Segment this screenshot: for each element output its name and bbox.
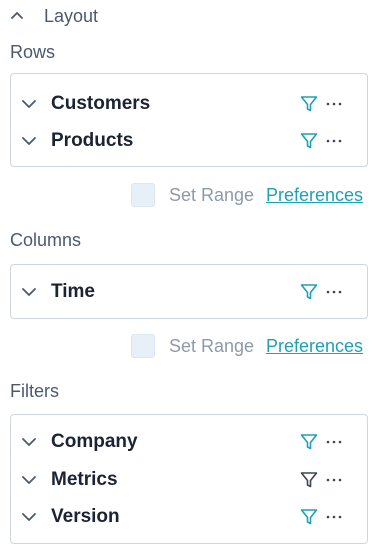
more-options-icon[interactable] (325, 95, 343, 113)
row-item-products[interactable]: Products (11, 126, 367, 156)
filter-icon[interactable] (300, 433, 318, 451)
filter-item-label: Metrics (51, 469, 118, 490)
filters-panel: Company Metrics Version (10, 414, 368, 544)
set-range-checkbox[interactable] (131, 183, 155, 207)
row-item-label: Products (51, 130, 134, 151)
columns-section-label: Columns (10, 230, 82, 250)
columns-panel: Time (10, 264, 368, 319)
filter-icon[interactable] (300, 508, 318, 526)
preferences-link[interactable]: Preferences (266, 336, 363, 357)
column-item-label: Time (51, 281, 96, 302)
preferences-link[interactable]: Preferences (266, 185, 363, 206)
more-options-icon[interactable] (325, 471, 343, 489)
chevron-up-icon[interactable] (10, 9, 24, 23)
row-item-label: Customers (51, 93, 151, 114)
columns-options: Set Range Preferences (0, 334, 378, 360)
column-item-time[interactable]: Time (11, 277, 367, 307)
filter-item-label: Company (51, 431, 138, 452)
rows-section-label: Rows (10, 42, 56, 62)
chevron-down-icon[interactable] (21, 133, 37, 149)
filter-icon[interactable] (300, 283, 318, 301)
filter-item-company[interactable]: Company (11, 427, 367, 457)
rows-options: Set Range Preferences (0, 183, 378, 209)
more-options-icon[interactable] (325, 433, 343, 451)
chevron-down-icon[interactable] (21, 472, 37, 488)
filter-item-version[interactable]: Version (11, 502, 367, 532)
row-item-customers[interactable]: Customers (11, 89, 367, 119)
set-range-label: Set Range (169, 185, 255, 205)
more-options-icon[interactable] (325, 283, 343, 301)
filter-item-metrics[interactable]: Metrics (11, 465, 367, 495)
set-range-label: Set Range (169, 336, 255, 356)
layout-title: Layout (44, 5, 99, 26)
rows-panel: Customers Products (10, 73, 368, 167)
layout-panel: Layout Rows Customers Products Set Range… (0, 0, 378, 549)
filter-icon[interactable] (300, 471, 318, 489)
filter-icon[interactable] (300, 132, 318, 150)
filter-item-label: Version (51, 506, 120, 527)
chevron-down-icon[interactable] (21, 509, 37, 525)
more-options-icon[interactable] (325, 132, 343, 150)
more-options-icon[interactable] (325, 508, 343, 526)
chevron-down-icon[interactable] (21, 284, 37, 300)
layout-header[interactable]: Layout (10, 4, 98, 28)
chevron-down-icon[interactable] (21, 96, 37, 112)
filters-section-label: Filters (10, 381, 59, 401)
set-range-checkbox[interactable] (131, 334, 155, 358)
filter-icon[interactable] (300, 95, 318, 113)
chevron-down-icon[interactable] (21, 434, 37, 450)
